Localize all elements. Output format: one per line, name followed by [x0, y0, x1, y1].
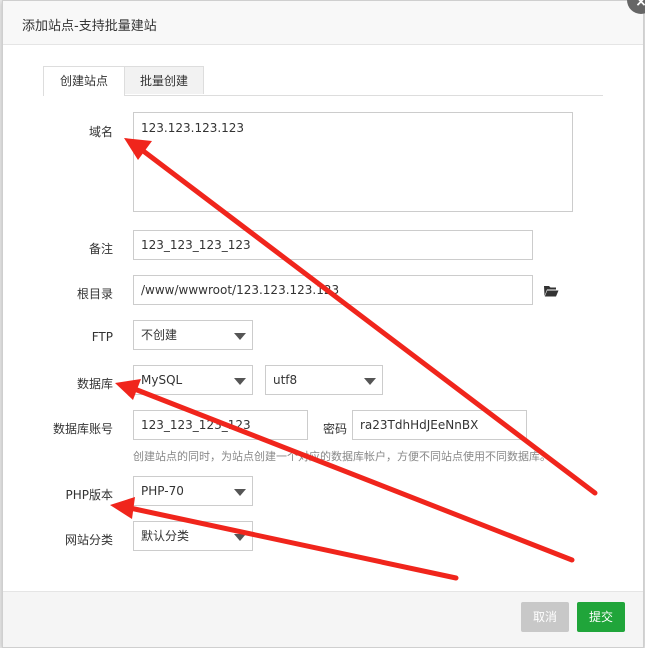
annotation-arrow-database — [129, 385, 575, 563]
annotation-arrows — [110, 138, 598, 581]
annotation-arrow-domain — [139, 147, 598, 496]
annotation-arrowhead-php — [110, 497, 135, 519]
annotation-arrow-php — [127, 505, 459, 581]
